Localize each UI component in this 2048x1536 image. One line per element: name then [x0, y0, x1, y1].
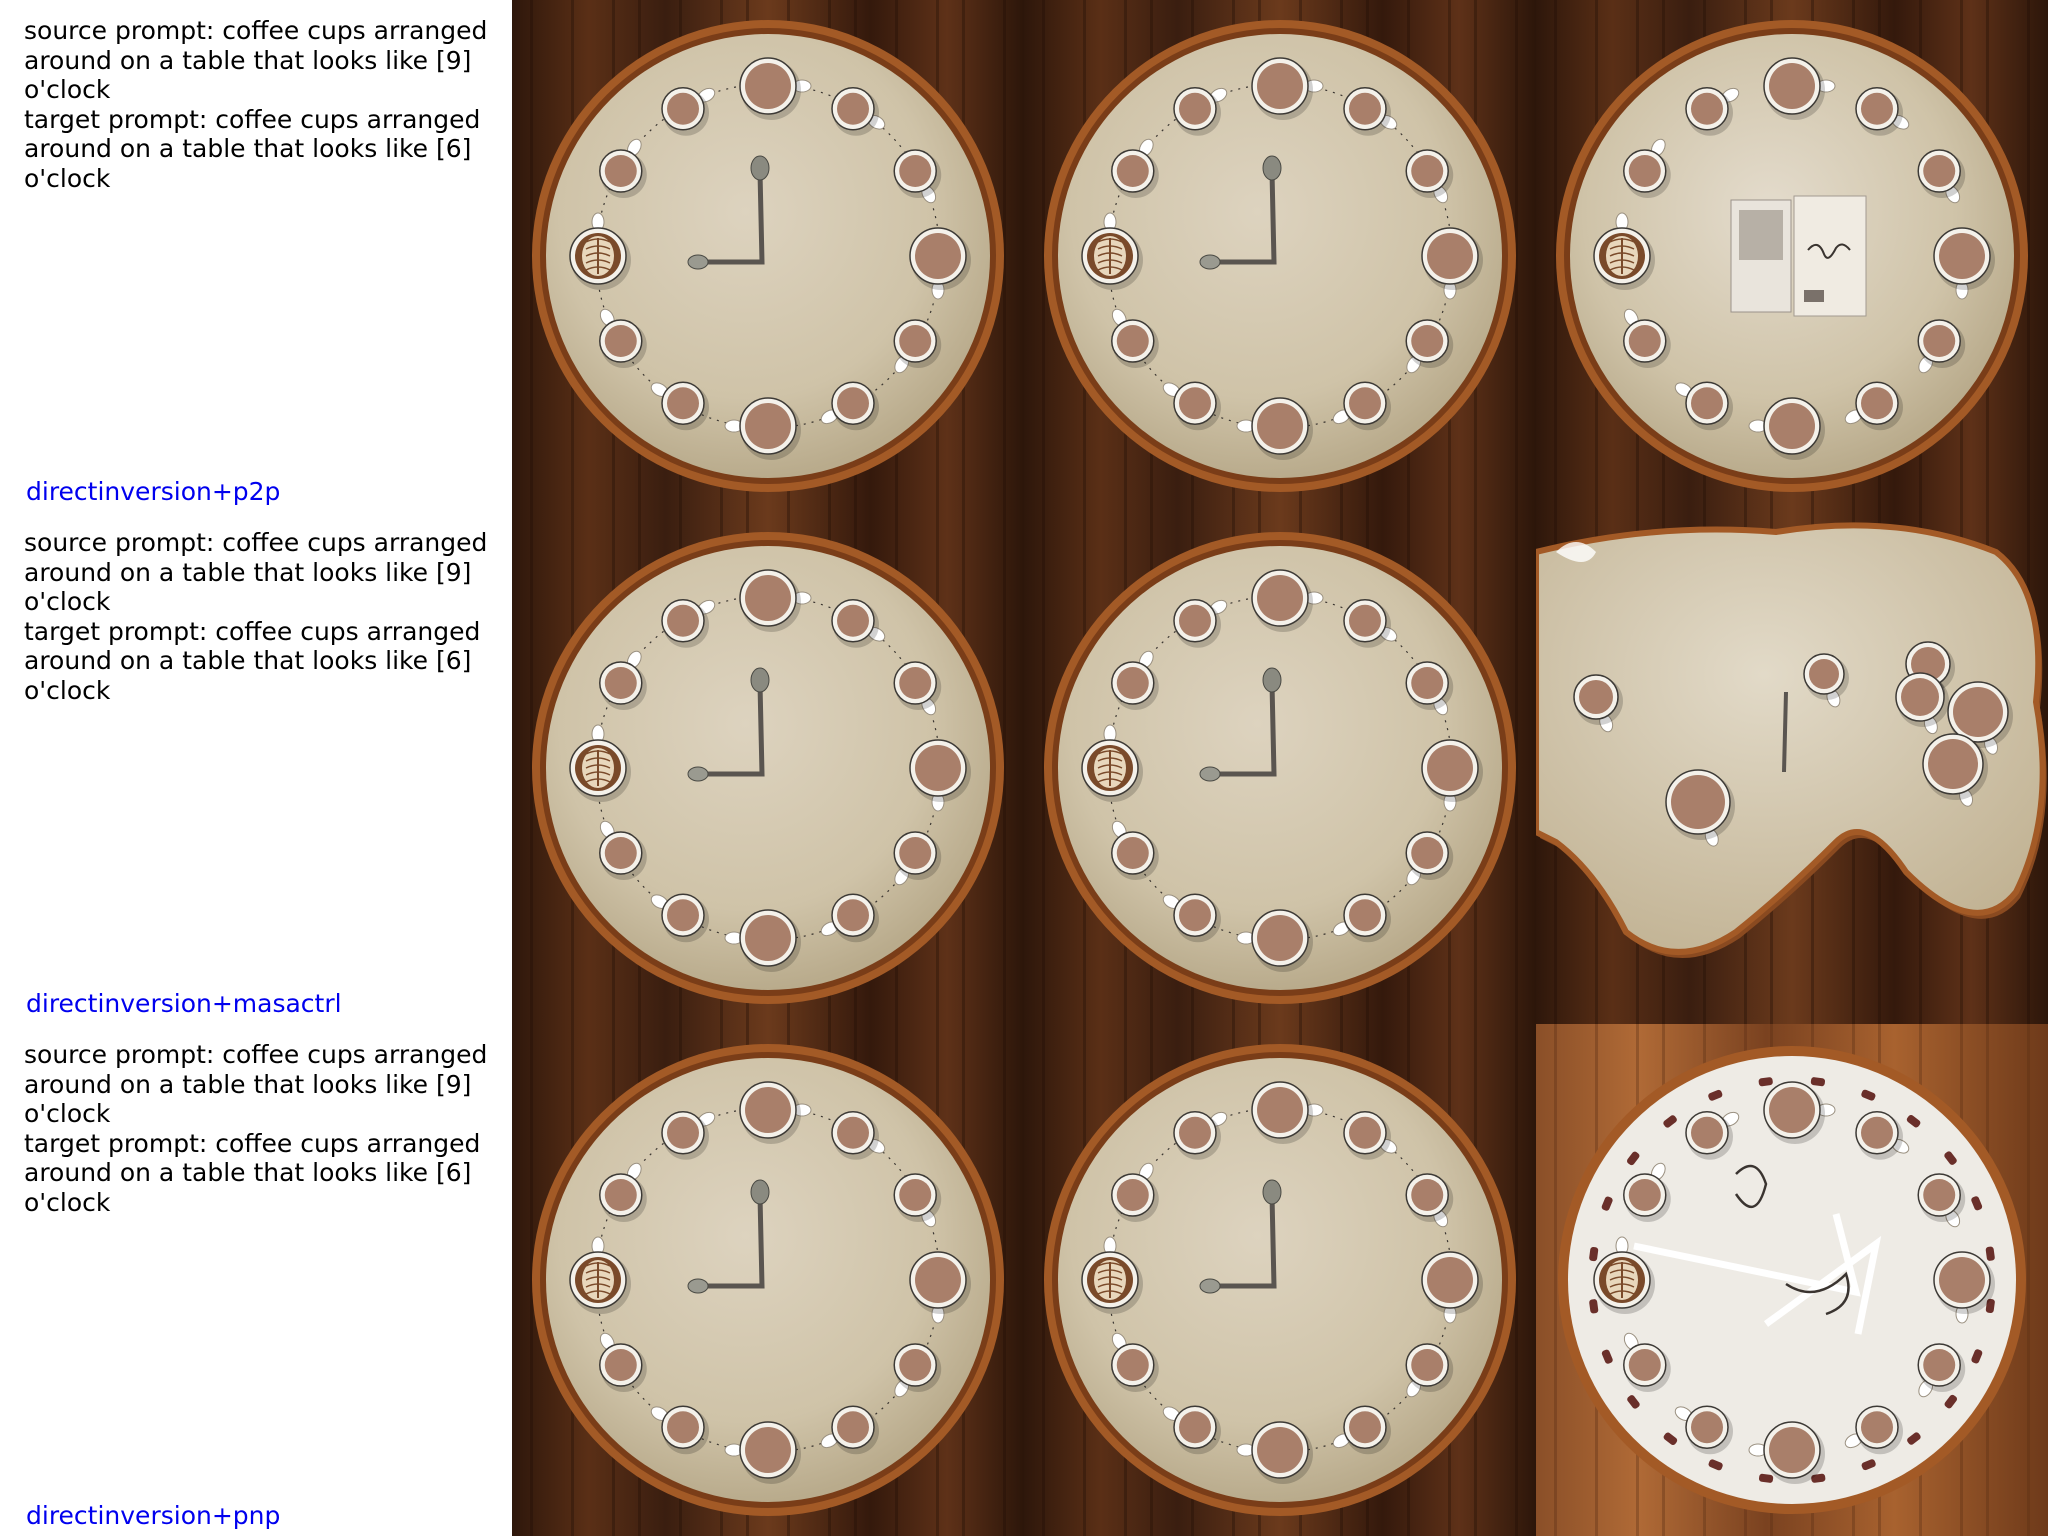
edited-image — [1536, 1024, 2048, 1536]
photo-illustration — [1024, 1024, 1536, 1536]
reconstruction-image — [1024, 512, 1536, 1024]
source-image — [512, 1024, 1024, 1536]
photo-illustration — [1024, 512, 1536, 1024]
method-label: directinversion+p2p — [26, 477, 281, 506]
comparison-grid: source prompt: coffee cups arranged arou… — [0, 0, 2048, 1536]
prompt-text: source prompt: coffee cups arranged arou… — [24, 16, 494, 193]
reconstruction-image — [1024, 1024, 1536, 1536]
reconstruction-image — [1024, 0, 1536, 512]
source-image — [512, 512, 1024, 1024]
edited-image — [1536, 512, 2048, 1024]
row-caption: source prompt: coffee cups arranged arou… — [0, 1024, 512, 1536]
photo-illustration — [512, 512, 1024, 1024]
photo-illustration — [1536, 0, 2048, 512]
source-prompt: source prompt: coffee cups arranged arou… — [24, 528, 488, 616]
prompt-text: source prompt: coffee cups arranged arou… — [24, 528, 494, 705]
source-image — [512, 0, 1024, 512]
edited-image — [1536, 0, 2048, 512]
row-caption: source prompt: coffee cups arranged arou… — [0, 0, 512, 512]
target-prompt: target prompt: coffee cups arranged arou… — [24, 104, 481, 193]
prompt-text: source prompt: coffee cups arranged arou… — [24, 1040, 494, 1217]
source-prompt: source prompt: coffee cups arranged arou… — [24, 16, 488, 104]
photo-illustration — [512, 0, 1024, 512]
method-label: directinversion+pnp — [26, 1501, 281, 1530]
photo-illustration — [1536, 512, 2048, 1024]
method-label: directinversion+masactrl — [26, 989, 342, 1018]
photo-illustration — [1536, 1024, 2048, 1536]
row-caption: source prompt: coffee cups arranged arou… — [0, 512, 512, 1024]
photo-illustration — [1024, 0, 1536, 512]
target-prompt: target prompt: coffee cups arranged arou… — [24, 616, 481, 705]
photo-illustration — [512, 1024, 1024, 1536]
target-prompt: target prompt: coffee cups arranged arou… — [24, 1128, 481, 1217]
source-prompt: source prompt: coffee cups arranged arou… — [24, 1040, 488, 1128]
